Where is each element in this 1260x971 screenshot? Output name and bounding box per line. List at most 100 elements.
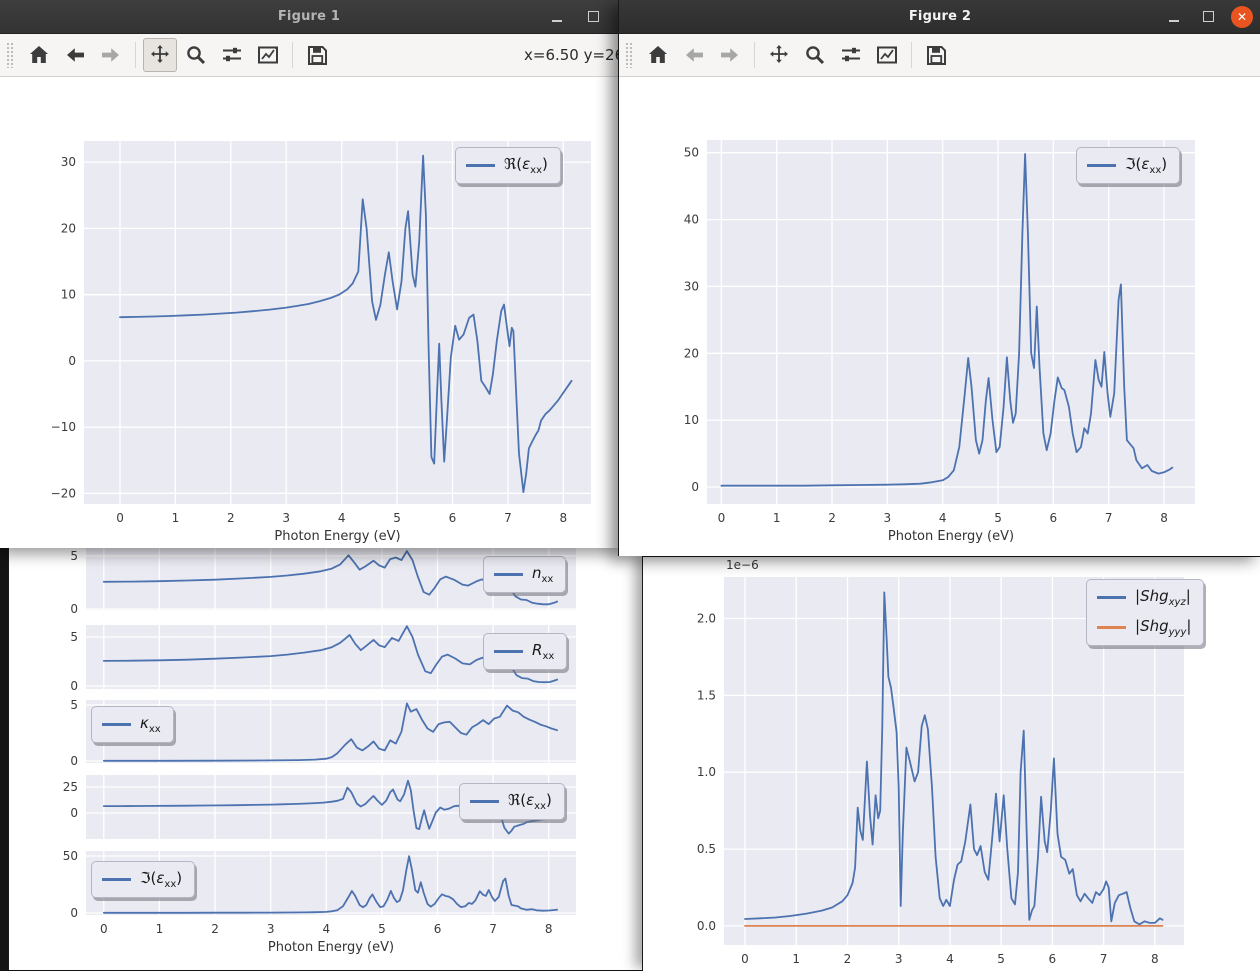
tick-label: 0 <box>68 354 76 368</box>
legend-label: ℜ(εxx) <box>508 791 552 812</box>
shg-window: 0123456780.00.51.01.52.01e−6 |Shgxyz| |S… <box>642 556 1260 971</box>
legend-box[interactable]: ℑ(εxx) <box>1076 147 1180 184</box>
figure1-titlebar[interactable]: Figure 1 <box>0 0 618 34</box>
forward-arrow-icon <box>719 44 741 66</box>
tick-label: 30 <box>61 155 76 169</box>
legend-box[interactable]: ℜ(εxx) <box>455 147 561 184</box>
edit-axes-button[interactable] <box>870 38 904 72</box>
tick-label: 3 <box>282 511 290 525</box>
minimize-icon <box>1169 20 1179 22</box>
legend-box[interactable]: κxx <box>91 706 174 743</box>
tick-label: Photon Energy (eV) <box>274 529 400 544</box>
legend-label: nxx <box>532 564 553 585</box>
tick-label: 8 <box>1160 511 1168 525</box>
tick-label: 30 <box>684 279 699 293</box>
save-button[interactable] <box>919 38 953 72</box>
tick-label: 0 <box>116 511 124 525</box>
tick-label: 7 <box>504 511 512 525</box>
tick-label: 2 <box>227 511 235 525</box>
plot-canvas-Im-eps[interactable]: 012345678050Photon Energy (eV) <box>9 548 643 970</box>
tick-label: 5 <box>997 952 1005 966</box>
tick-label: 4 <box>946 952 954 966</box>
desktop: { "colors": { "line_blue": "#4c72b0", "l… <box>0 0 1260 970</box>
tick-label: 1 <box>792 952 800 966</box>
forward-button[interactable] <box>94 38 128 72</box>
legend-line-sample <box>466 164 495 167</box>
plot-area[interactable] <box>84 141 591 504</box>
toolbar-drag-handle[interactable] <box>625 42 632 68</box>
legend-label: |Shgxyz| <box>1135 587 1191 608</box>
legend-box[interactable]: nxx <box>483 556 566 593</box>
tick-label: 2 <box>844 952 852 966</box>
legend-label: κxx <box>140 714 161 735</box>
zoom-magnifier-icon <box>185 44 207 66</box>
tick-label: 7 <box>1105 511 1113 525</box>
tick-label: 6 <box>1049 952 1057 966</box>
shg-canvas: 0123456780.00.51.01.52.01e−6 |Shgxyz| |S… <box>643 557 1260 971</box>
edit-axes-button[interactable] <box>251 38 285 72</box>
tick-label: 0 <box>691 480 699 494</box>
figure1-window: Figure 1 x=6.50 y=26 012345678−20−100102… <box>0 0 618 548</box>
home-button[interactable] <box>641 38 675 72</box>
tick-label: 5 <box>393 511 401 525</box>
maximize-button[interactable] <box>1197 6 1219 28</box>
home-button[interactable] <box>22 38 56 72</box>
tick-label: −10 <box>51 420 76 434</box>
zoom-button[interactable] <box>179 38 213 72</box>
back-button[interactable] <box>58 38 92 72</box>
tick-label: 5 <box>994 511 1002 525</box>
legend-label: ℑ(εxx) <box>140 869 182 890</box>
tick-label: 0 <box>718 511 726 525</box>
desktop-background <box>0 548 8 970</box>
minimize-button[interactable] <box>1163 6 1185 28</box>
line-chart-icon <box>876 44 898 66</box>
tick-label: 3 <box>884 511 892 525</box>
configure-subplots-button[interactable] <box>215 38 249 72</box>
tick-label: 0 <box>100 922 108 936</box>
legend-line-sample <box>102 723 131 726</box>
close-icon: ✕ <box>1237 11 1247 23</box>
close-button[interactable]: ✕ <box>1231 6 1253 28</box>
legend-line-sample <box>470 800 499 803</box>
back-button[interactable] <box>677 38 711 72</box>
legend-label: ℑ(εxx) <box>1125 155 1167 176</box>
tick-label: 1 <box>172 511 180 525</box>
save-button[interactable] <box>300 38 334 72</box>
tick-label: 40 <box>684 213 699 227</box>
sliders-icon <box>840 44 862 66</box>
tick-label: 4 <box>322 922 330 936</box>
tick-label: 7 <box>489 922 497 936</box>
maximize-button[interactable] <box>582 6 604 28</box>
toolbar-separator <box>754 42 755 68</box>
legend-box[interactable]: |Shgxyz| |Shgyyy| <box>1086 579 1204 646</box>
zoom-button[interactable] <box>798 38 832 72</box>
forward-arrow-icon <box>100 44 122 66</box>
tick-label: 8 <box>559 511 567 525</box>
minimize-button[interactable] <box>546 6 568 28</box>
legend-box[interactable]: ℜ(εxx) <box>459 783 565 820</box>
tick-label: 50 <box>684 146 699 160</box>
legend-box[interactable]: Rxx <box>483 633 567 670</box>
pan-button[interactable] <box>143 38 177 72</box>
tick-label: 7 <box>1100 952 1108 966</box>
home-icon <box>647 44 669 66</box>
zoom-magnifier-icon <box>804 44 826 66</box>
toolbar-drag-handle[interactable] <box>6 42 13 68</box>
configure-subplots-button[interactable] <box>834 38 868 72</box>
legend-label: Rxx <box>532 641 554 662</box>
maximize-icon <box>588 11 599 22</box>
tick-label: 2 <box>211 922 219 936</box>
tick-label: −20 <box>51 486 76 500</box>
tick-label: 5 <box>378 922 386 936</box>
sliders-icon <box>221 44 243 66</box>
forward-button[interactable] <box>713 38 747 72</box>
tick-label: 1 <box>156 922 164 936</box>
legend-label: |Shgyyy| <box>1135 617 1191 638</box>
tick-label: 10 <box>61 288 76 302</box>
tick-label: 3 <box>267 922 275 936</box>
tick-label: 4 <box>939 511 947 525</box>
pan-button[interactable] <box>762 38 796 72</box>
maximize-icon <box>1203 11 1214 22</box>
figure2-titlebar[interactable]: Figure 2 ✕ <box>619 0 1260 34</box>
legend-box[interactable]: ℑ(εxx) <box>91 861 195 898</box>
